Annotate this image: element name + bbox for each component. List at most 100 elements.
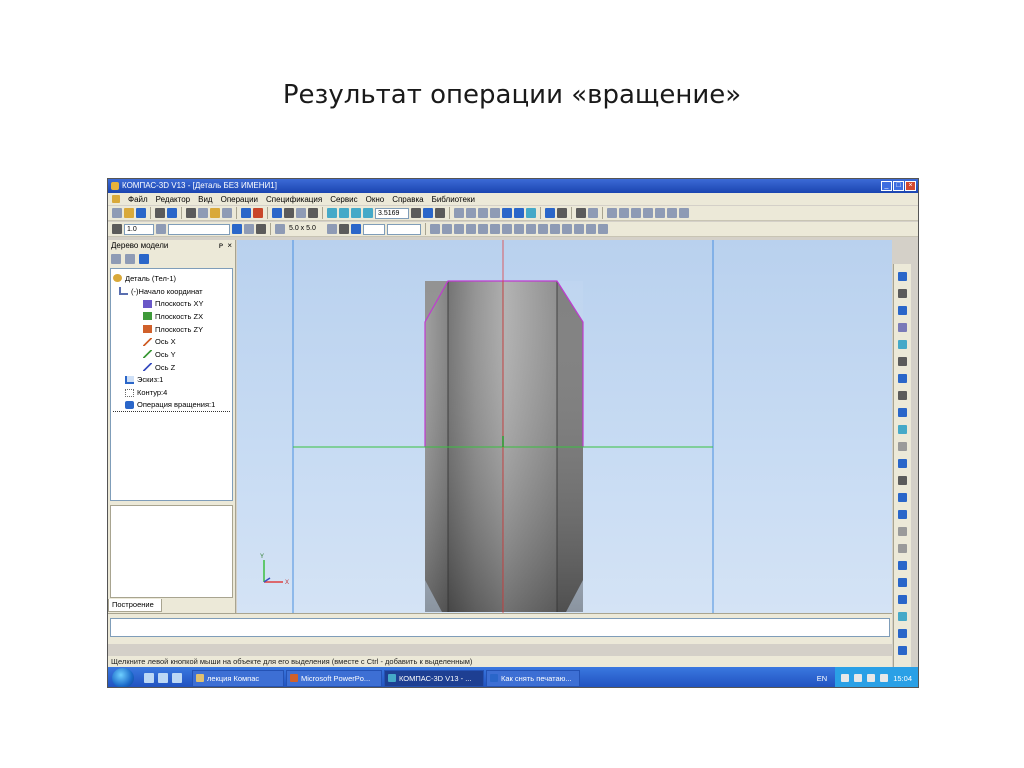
layer-icon[interactable] [156,224,166,234]
tab-build[interactable]: Построение [108,599,162,612]
extrude-icon[interactable] [898,272,907,281]
cut-icon[interactable] [898,493,907,502]
tree-item-plane-xy[interactable]: Плоскость XY [113,297,230,310]
chamfer-icon[interactable] [898,527,907,536]
taskbar-button[interactable]: Microsoft PowerPo... [286,669,382,687]
polygon-tool-icon[interactable] [526,224,536,234]
language-indicator[interactable]: EN [817,674,827,683]
tree-item-plane-zy[interactable]: Плоскость ZY [113,323,230,336]
tree-item-contour[interactable]: Контур:4 [113,386,230,399]
save-icon[interactable] [136,208,146,218]
menu-libraries[interactable]: Библиотеки [432,195,475,204]
revolve-icon[interactable] [898,289,907,298]
zoom-in-icon[interactable] [327,208,337,218]
library-manager-icon[interactable] [576,208,586,218]
mirror-icon[interactable] [898,595,907,604]
cursor-icon[interactable] [339,224,349,234]
properties-icon[interactable] [222,208,232,218]
tools-icon[interactable] [588,208,598,218]
layer-field[interactable] [168,223,230,235]
rectangle-tool-icon[interactable] [514,224,524,234]
3d-viewport[interactable]: Y X [237,240,892,613]
tree-item-part[interactable]: Деталь (Тел-1) [113,272,230,285]
tree-item-sketch[interactable]: Эскиз:1 [113,374,230,387]
arc-tool-icon[interactable] [454,224,464,234]
polyline-tool-icon[interactable] [502,224,512,234]
window-titlebar[interactable]: КОМПАС-3D V13 - [Деталь БЕЗ ИМЕНИ1] _ □ … [108,179,918,193]
menu-file[interactable]: Файл [128,195,148,204]
section-icon[interactable] [631,208,641,218]
grid-field[interactable]: 5.0 x 5.0 [287,224,325,235]
menu-operations[interactable]: Операции [221,195,258,204]
undo-icon[interactable] [241,208,251,218]
flag-icon[interactable] [880,674,889,682]
area-icon[interactable] [679,208,689,218]
menu-specification[interactable]: Спецификация [266,195,322,204]
tree-item-axis-z[interactable]: Ось Z [113,361,230,374]
zoom-window-icon[interactable] [339,208,349,218]
menu-window[interactable]: Окно [366,195,385,204]
spec-icon[interactable] [898,646,907,655]
circle-tool-icon[interactable] [466,224,476,234]
solid-icon[interactable] [898,459,907,468]
volume-icon[interactable] [867,674,876,682]
curves-icon[interactable] [898,340,907,349]
browser-icon[interactable] [158,673,168,683]
halftone-edges-icon[interactable] [514,208,524,218]
tree-item-origin[interactable]: (-)Начало координат [113,285,230,298]
cursor-coords-icon[interactable] [351,224,361,234]
zoom-out-icon[interactable] [351,208,361,218]
scale-icon[interactable] [112,224,122,234]
trim-tool-icon[interactable] [562,224,572,234]
document-menu-icon[interactable] [112,195,120,203]
tree-item-axis-x[interactable]: Ось X [113,335,230,348]
menu-editor[interactable]: Редактор [156,195,190,204]
line-tool-icon[interactable] [442,224,452,234]
thin-hidden-lines-icon[interactable] [478,208,488,218]
shield-icon[interactable] [854,674,863,682]
tree-build-order-icon[interactable] [111,254,121,264]
zoom-value-field[interactable]: 3.5169 [375,207,409,219]
pan-icon[interactable] [411,208,421,218]
tree-item-axis-y[interactable]: Ось Y [113,348,230,361]
sketch-icon[interactable] [244,224,254,234]
pin-icon[interactable]: ᴘ [219,240,223,252]
cursor-y-field[interactable] [387,223,421,235]
variables-icon[interactable] [284,208,294,218]
orientation-icon[interactable] [435,208,445,218]
rotate-icon[interactable] [423,208,433,218]
chamfer-tool-icon[interactable] [538,224,548,234]
surface-icon[interactable] [898,442,907,451]
offset-tool-icon[interactable] [574,224,584,234]
close-button[interactable]: × [905,181,916,191]
hole-icon[interactable] [898,544,907,553]
wireframe-icon[interactable] [454,208,464,218]
loft-icon[interactable] [898,306,907,315]
scale-field[interactable]: 1.0 [124,223,154,235]
manager-icon[interactable] [272,208,282,218]
snap-icon[interactable] [557,208,567,218]
menu-view[interactable]: Вид [198,195,212,204]
minimize-button[interactable]: _ [881,181,892,191]
taskbar-button[interactable]: Как снять печатаю... [486,669,580,687]
tree-item-plane-zx[interactable]: Плоскость ZX [113,310,230,323]
sheet-metal-icon[interactable] [898,612,907,621]
dimension-tool-icon[interactable] [598,224,608,234]
length-icon[interactable] [667,208,677,218]
local-cs-icon[interactable] [232,224,242,234]
arc-icon[interactable] [898,357,907,366]
shell-icon[interactable] [898,425,907,434]
filter-icon[interactable] [545,208,555,218]
print-icon[interactable] [155,208,165,218]
command-input[interactable] [110,618,890,637]
panel-close-icon[interactable]: × [227,240,232,252]
grid-icon[interactable] [275,224,285,234]
open-document-icon[interactable] [124,208,134,218]
perspective-icon[interactable] [526,208,536,218]
fillet-icon[interactable] [898,510,907,519]
tree-item-revolve[interactable]: Операция вращения:1 [113,399,230,412]
hidden-lines-icon[interactable] [466,208,476,218]
angle-icon[interactable] [655,208,665,218]
measure-tool-icon[interactable] [898,391,907,400]
array-icon[interactable] [898,476,907,485]
